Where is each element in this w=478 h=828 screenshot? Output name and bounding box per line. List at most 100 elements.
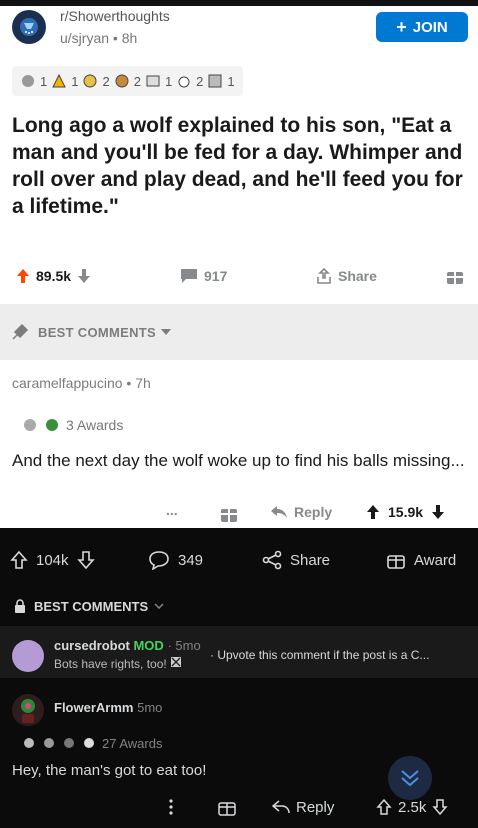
more-options-icon[interactable]: ... xyxy=(166,502,178,518)
gift-icon[interactable] xyxy=(220,505,238,523)
award-icon-4 xyxy=(115,74,129,88)
post-title[interactable]: Long ago a wolf explained to his son, "E… xyxy=(12,112,472,220)
post-vote-group: 89.5k xyxy=(16,258,91,294)
top-strip xyxy=(0,0,478,6)
gift-icon xyxy=(218,802,236,816)
comment1-vote-group: 15.9k xyxy=(366,504,445,520)
post-comments-button[interactable]: 917 xyxy=(180,258,227,294)
gift-icon xyxy=(447,272,463,284)
award-icon-1 xyxy=(22,75,34,87)
post-share-button[interactable]: Share xyxy=(316,258,377,294)
dark-comments-button[interactable]: 349 xyxy=(148,540,203,580)
comment1-vote-count: 15.9k xyxy=(388,504,424,520)
post-author[interactable]: u/sjryan xyxy=(60,30,109,46)
award-count: 2 xyxy=(102,73,110,89)
award-count: 2 xyxy=(133,73,141,89)
award-count: 2 xyxy=(196,73,204,89)
comment1-body: And the next day the wolf woke up to fin… xyxy=(12,451,465,470)
comment2-side-text: · Upvote this comment if the post is a C… xyxy=(210,648,429,662)
upvote-icon[interactable] xyxy=(16,268,30,284)
downvote-icon[interactable] xyxy=(77,268,91,284)
upvote-icon[interactable] xyxy=(10,550,28,570)
downvote-icon[interactable] xyxy=(431,504,445,520)
award-icon-6 xyxy=(178,76,190,88)
dark-share-button[interactable]: Share xyxy=(262,540,330,580)
downvote-icon[interactable] xyxy=(76,550,95,570)
dark-best-comments-sort[interactable]: BEST COMMENTS xyxy=(12,598,164,614)
post-awards-row[interactable]: 1 1 2 2 1 2 1 xyxy=(12,66,243,96)
light-screenshot-panel: r/Showerthoughts u/sjryan • 8h + JOIN 1 … xyxy=(0,0,478,528)
reply-arrow-icon xyxy=(271,506,287,518)
comment2-side-text-content: Upvote this comment if the post is a C..… xyxy=(217,648,430,662)
post-vote-count: 89.5k xyxy=(36,268,72,284)
vertical-dots-icon xyxy=(169,799,173,815)
award-icon xyxy=(24,419,36,431)
awards-count-label: 27 Awards xyxy=(102,735,163,751)
award-count: 1 xyxy=(71,73,79,89)
comment2-row[interactable]: cursedrobot MOD · 5mo Bots have rights, … xyxy=(0,626,478,678)
award-icon-2 xyxy=(52,73,67,88)
reply-label: Reply xyxy=(294,504,333,520)
chevron-down-icon xyxy=(161,329,172,335)
lock-icon xyxy=(15,599,25,613)
awards-count-label: 3 Awards xyxy=(66,417,124,433)
share-label: Share xyxy=(290,551,331,569)
rocket-icon xyxy=(12,323,29,340)
comment-author[interactable]: cursedrobot xyxy=(54,638,130,653)
avatar[interactable] xyxy=(12,640,44,672)
robot-emoji-icon xyxy=(171,657,182,667)
comment2-body: Bots have rights, too! xyxy=(54,656,182,671)
plus-icon: + xyxy=(396,17,407,37)
comment2-header: cursedrobot MOD · 5mo xyxy=(54,638,201,653)
post-action-bar: 89.5k 917 Share xyxy=(0,258,478,294)
award-icon-3 xyxy=(83,74,97,88)
chevron-down-icon xyxy=(154,603,164,609)
separator-dot: • xyxy=(112,30,122,46)
dark-comment-count: 349 xyxy=(178,551,204,569)
comment-age: 5mo xyxy=(137,700,163,715)
upvote-icon[interactable] xyxy=(366,504,380,520)
award-icon-7 xyxy=(208,74,222,88)
award-button[interactable] xyxy=(218,792,236,822)
award-icon xyxy=(64,738,74,748)
reply-arrow-icon xyxy=(272,800,290,814)
subreddit-avatar[interactable] xyxy=(12,10,46,44)
best-comments-label: BEST COMMENTS xyxy=(38,324,157,340)
award-icon xyxy=(24,738,34,748)
shower-icon xyxy=(20,18,38,36)
mod-badge: MOD xyxy=(133,638,164,653)
share-label: Share xyxy=(338,268,377,284)
downvote-icon[interactable] xyxy=(432,798,448,816)
avatar[interactable] xyxy=(12,694,44,726)
comment1-reply-button[interactable]: Reply xyxy=(270,504,332,520)
upvote-icon[interactable] xyxy=(376,798,392,816)
post-award-button[interactable] xyxy=(446,258,464,294)
dark-vote-count: 104k xyxy=(36,551,69,569)
post-comment-count: 917 xyxy=(204,268,228,284)
post-author-line: u/sjryan • 8h xyxy=(60,30,137,46)
comment1-awards[interactable]: 3 Awards xyxy=(22,412,123,438)
comment-author[interactable]: FlowerArmm xyxy=(54,700,133,715)
comment-age: 5mo xyxy=(175,638,201,653)
comment3-awards[interactable]: 27 Awards xyxy=(22,734,162,752)
subreddit-name[interactable]: r/Showerthoughts xyxy=(60,8,170,24)
comment3-vote-count: 2.5k xyxy=(398,798,427,816)
comment-author[interactable]: caramelfappucino xyxy=(12,375,123,391)
best-comments-sort[interactable]: BEST COMMENTS xyxy=(0,304,478,360)
more-options-icon[interactable] xyxy=(168,792,174,822)
award-icon xyxy=(84,738,94,748)
gift-icon xyxy=(387,555,405,569)
reply-label: Reply xyxy=(296,798,335,816)
comment3-header: FlowerArmm 5mo xyxy=(54,700,162,715)
award-count: 1 xyxy=(40,73,48,89)
dark-award-button[interactable]: Award xyxy=(386,540,456,580)
share-icon xyxy=(317,268,331,284)
comment1-header: caramelfappucino • 7h xyxy=(12,375,151,391)
dark-vote-group: 104k xyxy=(10,540,95,580)
award-icon xyxy=(44,738,54,748)
comment3-reply-button[interactable]: Reply xyxy=(272,792,334,822)
award-count: 1 xyxy=(164,73,173,89)
join-button[interactable]: + JOIN xyxy=(376,12,468,42)
share-icon xyxy=(262,550,282,570)
comment-icon xyxy=(149,551,169,570)
